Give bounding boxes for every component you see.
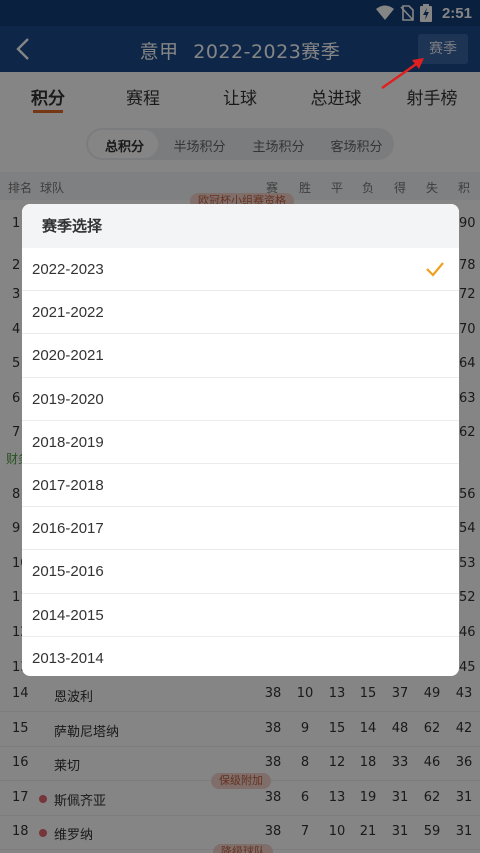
season-option-label: 2020-2021 (32, 347, 104, 365)
season-option[interactable]: 2022-2023 (22, 248, 459, 292)
season-option[interactable]: 2021-2022 (22, 291, 459, 335)
season-options: 2022-2023 2021-2022 2020-2021 2019-2020 2018… (22, 248, 459, 676)
season-option-label: 2015-2016 (32, 563, 104, 581)
season-option[interactable]: 2014-2015 (22, 594, 459, 637)
season-option[interactable]: 2015-2016 (22, 550, 459, 594)
season-option-label: 2021-2022 (32, 304, 104, 322)
dialog-title: 赛季选择 (22, 204, 459, 248)
season-option[interactable]: 2017-2018 (22, 464, 459, 508)
season-option-label: 2019-2020 (32, 390, 104, 408)
season-option-label: 2018-2019 (32, 433, 104, 451)
season-option[interactable]: 2019-2020 (22, 378, 459, 421)
season-option-label: 2022-2023 (32, 261, 104, 278)
season-option-label: 2017-2018 (32, 476, 104, 494)
season-option[interactable]: 2020-2021 (22, 334, 459, 378)
checkmark-icon (426, 262, 444, 277)
season-option[interactable]: 2016-2017 (22, 507, 459, 551)
season-option[interactable]: 2013-2014 (22, 637, 459, 676)
annotation-arrow-icon (381, 58, 424, 89)
season-picker-dialog: 赛季选择 2022-2023 2021-2022 2020-2021 2019-202… (22, 204, 459, 676)
season-option-label: 2013-2014 (32, 649, 104, 667)
season-option-label: 2016-2017 (32, 520, 104, 538)
season-option-label: 2014-2015 (32, 606, 104, 624)
season-option[interactable]: 2018-2019 (22, 421, 459, 464)
